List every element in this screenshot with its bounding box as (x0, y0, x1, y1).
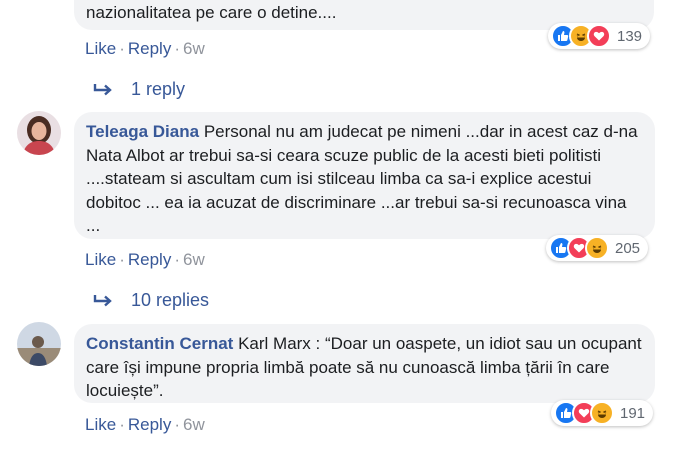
separator: · (119, 250, 125, 269)
separator: · (174, 39, 180, 58)
reaction-count: 191 (620, 404, 646, 422)
comment-actions: Like · Reply · 6w (85, 250, 205, 270)
replies-count-label: 10 replies (131, 290, 210, 310)
love-icon (587, 24, 611, 48)
comment-author[interactable]: Constantin Cernat (86, 334, 233, 353)
haha-icon (590, 401, 614, 425)
like-link[interactable]: Like (85, 39, 116, 58)
haha-icon (585, 236, 609, 260)
comment-bubble: Constantin Cernat Karl Marx : “Doar un o… (74, 324, 655, 403)
avatar[interactable] (17, 322, 61, 366)
view-replies-link[interactable]: 1 reply (93, 79, 185, 100)
comment-actions: Like · Reply · 6w (85, 39, 205, 59)
like-link[interactable]: Like (85, 415, 116, 434)
reaction-count: 139 (617, 27, 643, 45)
comment-bubble: Teleaga Diana Personal nu am judecat pe … (74, 112, 655, 239)
view-replies-link[interactable]: 10 replies (93, 290, 209, 311)
timestamp[interactable]: 6w (183, 39, 205, 58)
reaction-summary[interactable]: 191 (551, 400, 654, 426)
replies-count-label: 1 reply (131, 79, 186, 99)
like-link[interactable]: Like (85, 250, 116, 269)
reply-link[interactable]: Reply (128, 39, 171, 58)
timestamp[interactable]: 6w (183, 250, 205, 269)
comment-text: Teleaga Diana Personal nu am judecat pe … (86, 120, 643, 238)
avatar[interactable] (17, 111, 61, 155)
reply-link[interactable]: Reply (128, 415, 171, 434)
reaction-summary[interactable]: 205 (546, 235, 649, 261)
reply-arrow-icon (93, 295, 112, 307)
comment-text: nazionalitatea pe care o detine.... (86, 1, 336, 25)
separator: · (119, 415, 125, 434)
comment-text: Constantin Cernat Karl Marx : “Doar un o… (86, 332, 643, 403)
comment-actions: Like · Reply · 6w (85, 415, 205, 435)
separator: · (174, 415, 180, 434)
avatar-image (17, 322, 61, 366)
separator: · (174, 250, 180, 269)
reply-link[interactable]: Reply (128, 250, 171, 269)
comment-body: nazionalitatea pe care o detine.... (86, 3, 337, 22)
separator: · (119, 39, 125, 58)
comment-author[interactable]: Teleaga Diana (86, 122, 199, 141)
reaction-summary[interactable]: 139 (548, 23, 651, 49)
avatar-image (17, 111, 61, 155)
reaction-count: 205 (615, 239, 641, 257)
reply-arrow-icon (93, 84, 112, 96)
timestamp[interactable]: 6w (183, 415, 205, 434)
